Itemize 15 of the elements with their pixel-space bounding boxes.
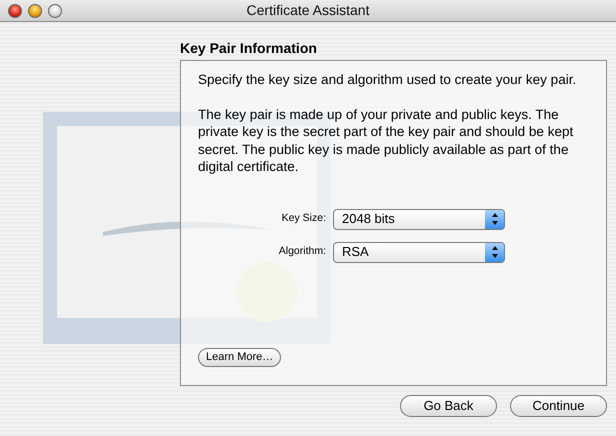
minimize-button[interactable]	[28, 4, 42, 18]
popup-menu[interactable]: RSA	[333, 242, 505, 262]
popup-menu[interactable]: 2048 bits	[333, 208, 505, 230]
navigation-button[interactable]: Continue	[510, 395, 607, 417]
section-heading: Key Pair Information	[180, 39, 318, 58]
close-button[interactable]	[8, 4, 22, 18]
learn-more-button[interactable]: Learn More…	[198, 348, 282, 367]
field-label: Key Size:	[280, 211, 327, 226]
window-title: Certificate Assistant	[246, 1, 370, 20]
navigation-button[interactable]: Go Back	[400, 395, 497, 417]
field-label: Algorithm:	[278, 244, 327, 260]
description-text: The key pair is made up of your private and public keys. The private key is the secret part of the key pair and should be kept secret. The public key is made publicly available as part of the digital certificate.	[198, 106, 574, 176]
description-text: Specify the key size and algorithm used to create your key pair.	[198, 71, 578, 88]
stepper-icon	[492, 246, 498, 258]
stepper-icon	[492, 213, 498, 225]
